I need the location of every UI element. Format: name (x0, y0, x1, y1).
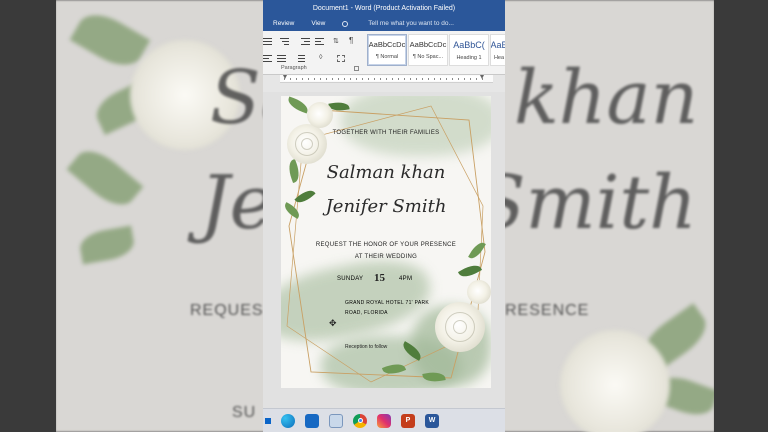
groom-name: Salman khan (326, 162, 446, 183)
bg-caps-left: REQUES (190, 302, 264, 319)
style-name: Heading 1 (456, 54, 482, 61)
document-page[interactable]: TOGETHER WITH THEIR FAMILIES Salman khan… (281, 96, 491, 388)
tell-me-text: Tell me what you want to do... (368, 20, 454, 27)
bg-rose (560, 330, 670, 432)
bg-shade-left (0, 0, 56, 432)
monitor-icon[interactable] (329, 413, 343, 428)
document-area: TOGETHER WITH THEIR FAMILIES Salman khan… (263, 92, 505, 408)
ruler-ticks (284, 78, 483, 80)
menu-bar: Review View Tell me what you want to do.… (263, 16, 505, 31)
edge-icon[interactable] (281, 413, 295, 428)
rose-petal (453, 320, 467, 334)
style-name: ¶ Normal (375, 54, 399, 60)
style-sample: AaBbC( (453, 39, 485, 50)
style-no-spacing[interactable]: AaBbCcDc ¶ No Spac... (408, 34, 448, 66)
taskbar: P W (263, 408, 505, 432)
style-normal[interactable]: AaBbCcDc ¶ Normal (367, 34, 407, 66)
style-heading-2[interactable]: AaB Hea (490, 34, 505, 66)
windows-icon[interactable] (265, 414, 271, 428)
invite-request-line-2: AT THEIR WEDDING (354, 254, 418, 260)
borders-icon[interactable] (337, 55, 345, 62)
style-name: Hea (493, 54, 505, 61)
store-icon[interactable] (305, 413, 319, 428)
bg-shade-right (714, 0, 768, 432)
style-sample: AaBbCcDc (409, 40, 447, 49)
pilcrow-icon[interactable]: ¶ (349, 36, 358, 45)
line-spacing-icon[interactable] (296, 55, 305, 62)
style-heading-1[interactable]: AaBbC( Heading 1 (449, 34, 489, 66)
invite-families-line: TOGETHER WITH THEIR FAMILIES (332, 130, 440, 136)
word-icon[interactable]: W (425, 413, 439, 428)
bride-name: Jenifer Smith (325, 196, 447, 217)
lightbulb-icon (342, 20, 349, 27)
decrease-indent-icon[interactable] (301, 38, 310, 45)
sort-icon[interactable]: ⇅ (333, 37, 342, 45)
tell-me-search[interactable]: Tell me what you want to do... (342, 20, 471, 27)
align-left-icon[interactable] (263, 55, 272, 62)
multilevel-list-icon[interactable] (280, 38, 289, 45)
ribbon: ⇅ ¶ ◊ Paragraph AaBbCcDc ¶ Normal AaBbCc… (263, 31, 505, 75)
shading-icon[interactable]: ◊ (319, 54, 328, 61)
bg-caps-bottom: SU (232, 404, 257, 421)
chrome-icon[interactable] (353, 413, 367, 428)
invite-date: 15 (374, 272, 385, 284)
paragraph-dialog-launcher[interactable] (354, 66, 359, 71)
invite-reception: Reception to follow (345, 344, 388, 350)
rose-petal (301, 138, 313, 150)
increase-indent-icon[interactable] (315, 38, 324, 45)
powerpoint-icon[interactable]: P (401, 413, 415, 428)
word-window: Document1 - Word (Product Activation Fai… (263, 0, 505, 432)
paragraph-tools: ⇅ ¶ ◊ (263, 35, 361, 69)
invite-venue-line-1: GRAND ROYAL HOTEL 71' PARK (345, 300, 430, 306)
invite-day: SUNDAY (337, 276, 364, 282)
tab-view[interactable]: View (311, 20, 325, 27)
horizontal-ruler[interactable] (280, 75, 493, 83)
style-sample: AaBbCcDc (368, 40, 406, 49)
title-bar: Document1 - Word (Product Activation Fai… (263, 0, 505, 16)
white-rose (307, 102, 333, 128)
styles-gallery: AaBbCcDc ¶ Normal AaBbCcDc ¶ No Spac... … (367, 34, 505, 66)
instagram-icon[interactable] (377, 413, 391, 428)
white-rose (435, 302, 485, 352)
style-name: ¶ No Spac... (412, 54, 444, 60)
justify-icon[interactable] (277, 55, 286, 62)
style-sample: AaB (490, 39, 505, 50)
paragraph-group-label: Paragraph (281, 65, 307, 71)
tab-review[interactable]: Review (273, 20, 294, 27)
bg-caps-right: RESENCE (505, 302, 590, 319)
white-rose (467, 280, 491, 304)
move-cursor-icon: ✥ (329, 318, 337, 328)
invite-time: 4PM (399, 276, 413, 282)
invite-request-line-1: REQUEST THE HONOR OF YOUR PRESENCE (315, 242, 457, 248)
invite-venue-line-2: ROAD, FLORIDA (345, 310, 388, 316)
window-title: Document1 - Word (Product Activation Fai… (312, 4, 456, 12)
bullets-icon[interactable] (263, 38, 272, 45)
